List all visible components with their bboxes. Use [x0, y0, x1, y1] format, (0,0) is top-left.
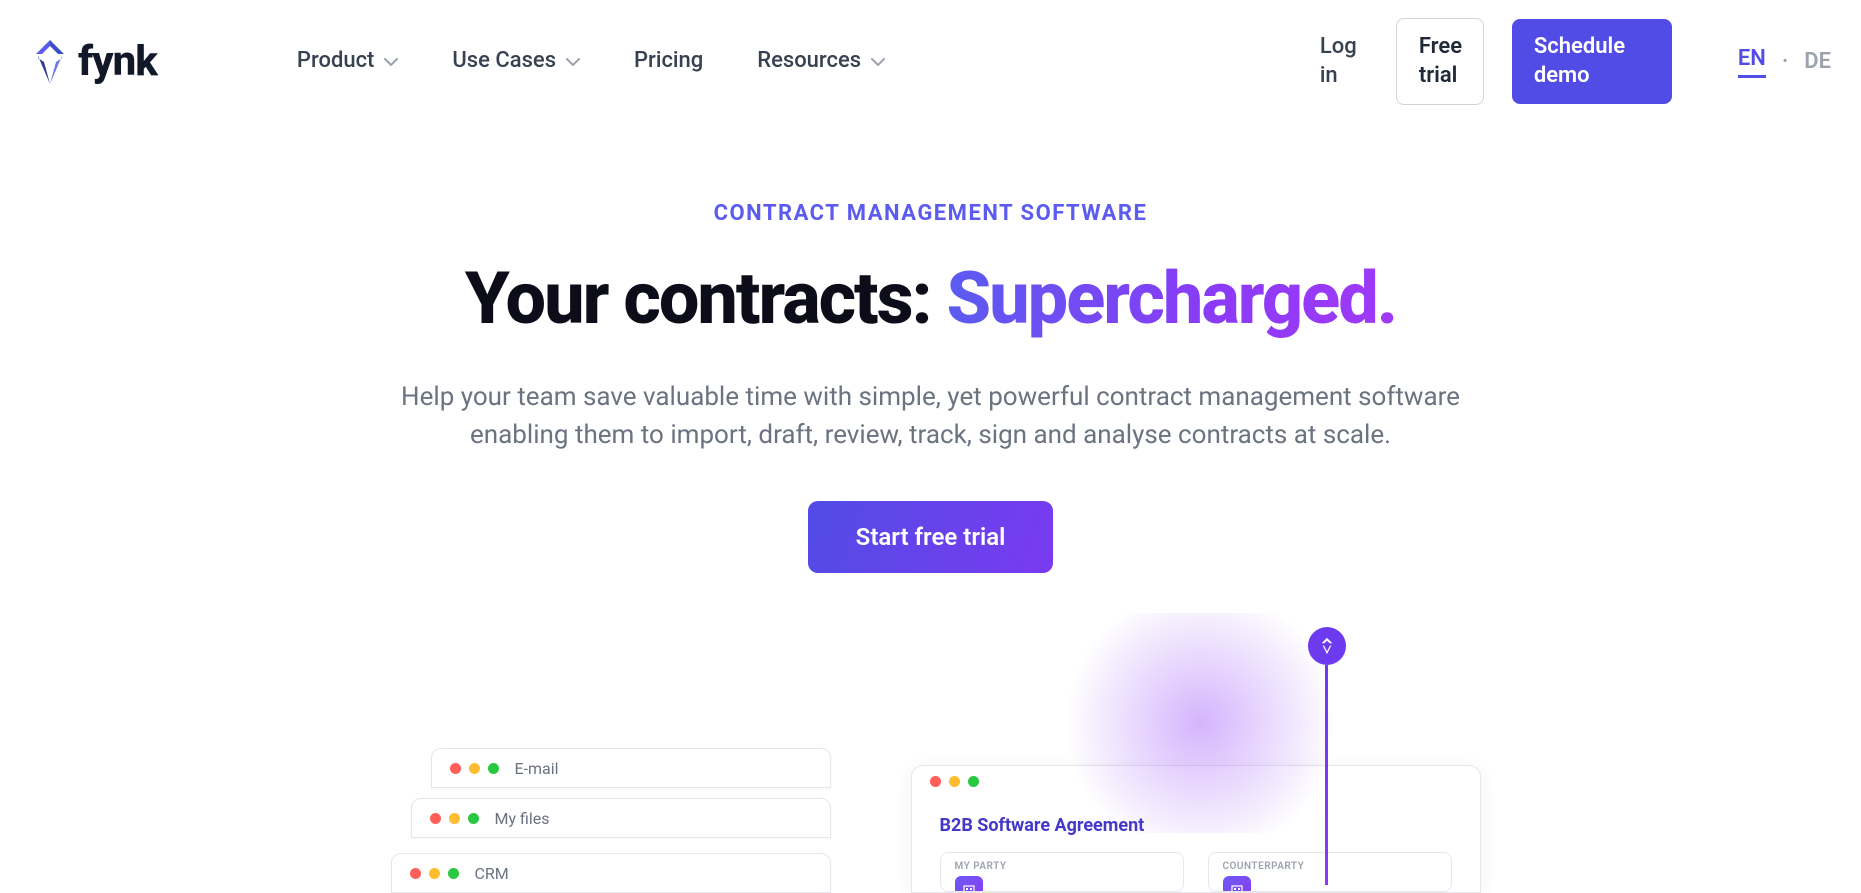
- hero-eyebrow: CONTRACT MANAGEMENT SOFTWARE: [20, 201, 1841, 226]
- start-free-trial-button[interactable]: Start free trial: [808, 501, 1054, 573]
- traffic-light-green-icon: [448, 868, 459, 879]
- traffic-light-yellow-icon: [429, 868, 440, 879]
- my-party-label: MY PARTY: [955, 861, 1169, 872]
- lang-de[interactable]: DE: [1804, 49, 1831, 74]
- traffic-light-green-icon: [968, 776, 979, 787]
- traffic-light-red-icon: [930, 776, 941, 787]
- window-email: E-mail: [431, 748, 831, 788]
- traffic-light-red-icon: [430, 813, 441, 824]
- traffic-light-green-icon: [488, 763, 499, 774]
- header-actions: Log in Free trial Schedule demo: [1320, 18, 1672, 105]
- hero-headline-plain: Your contracts:: [465, 256, 947, 341]
- login-link[interactable]: Log in: [1320, 33, 1368, 90]
- traffic-light-yellow-icon: [449, 813, 460, 824]
- traffic-light-yellow-icon: [949, 776, 960, 787]
- traffic-light-red-icon: [410, 868, 421, 879]
- traffic-light-yellow-icon: [469, 763, 480, 774]
- window-email-label: E-mail: [515, 759, 559, 778]
- nav-pricing[interactable]: Pricing: [634, 47, 703, 76]
- nav-resources[interactable]: Resources: [757, 47, 885, 76]
- fynk-node-icon: [1308, 627, 1346, 665]
- lang-en[interactable]: EN: [1738, 46, 1766, 78]
- counterparty-label: COUNTERPARTY: [1223, 861, 1437, 872]
- chevron-down-icon: [384, 58, 398, 66]
- hero-headline-accent: Supercharged.: [946, 256, 1396, 341]
- my-party-card: MY PARTY: [940, 852, 1184, 892]
- traffic-light-red-icon: [450, 763, 461, 774]
- window-myfiles-label: My files: [495, 809, 550, 828]
- hero-headline: Your contracts: Supercharged.: [20, 256, 1841, 341]
- hero-subtitle: Help your team save valuable time with s…: [371, 379, 1491, 454]
- nav-resources-label: Resources: [757, 47, 861, 76]
- connector-line: [1325, 665, 1328, 885]
- counterparty-card: COUNTERPARTY: [1208, 852, 1452, 892]
- nav-product[interactable]: Product: [297, 47, 398, 76]
- chevron-down-icon: [871, 58, 885, 66]
- logo-link[interactable]: fynk: [30, 37, 157, 86]
- nav-product-label: Product: [297, 47, 374, 76]
- nav-use-cases[interactable]: Use Cases: [452, 47, 580, 76]
- logo-text: fynk: [78, 37, 157, 86]
- fynk-icon: [30, 38, 70, 86]
- schedule-demo-button[interactable]: Schedule demo: [1512, 19, 1672, 104]
- traffic-light-green-icon: [468, 813, 479, 824]
- free-trial-button[interactable]: Free trial: [1396, 18, 1484, 105]
- hero-illustration: E-mail My files CRM B: [381, 633, 1481, 893]
- lang-separator: ·: [1782, 49, 1788, 74]
- site-header: fynk Product Use Cases Pricing Resources…: [0, 0, 1861, 123]
- window-crm-label: CRM: [475, 864, 509, 883]
- window-myfiles: My files: [411, 798, 831, 838]
- primary-nav: Product Use Cases Pricing Resources: [297, 47, 885, 76]
- document-title: B2B Software Agreement: [940, 815, 1452, 836]
- building-icon: [955, 876, 983, 892]
- language-switcher: EN · DE: [1738, 46, 1831, 78]
- building-icon: [1223, 876, 1251, 892]
- hero-section: CONTRACT MANAGEMENT SOFTWARE Your contra…: [0, 123, 1861, 572]
- contract-window: B2B Software Agreement MY PARTY COUNTERP…: [911, 765, 1481, 893]
- nav-pricing-label: Pricing: [634, 47, 703, 76]
- nav-use-cases-label: Use Cases: [452, 47, 556, 76]
- window-crm: CRM: [391, 853, 831, 893]
- chevron-down-icon: [566, 58, 580, 66]
